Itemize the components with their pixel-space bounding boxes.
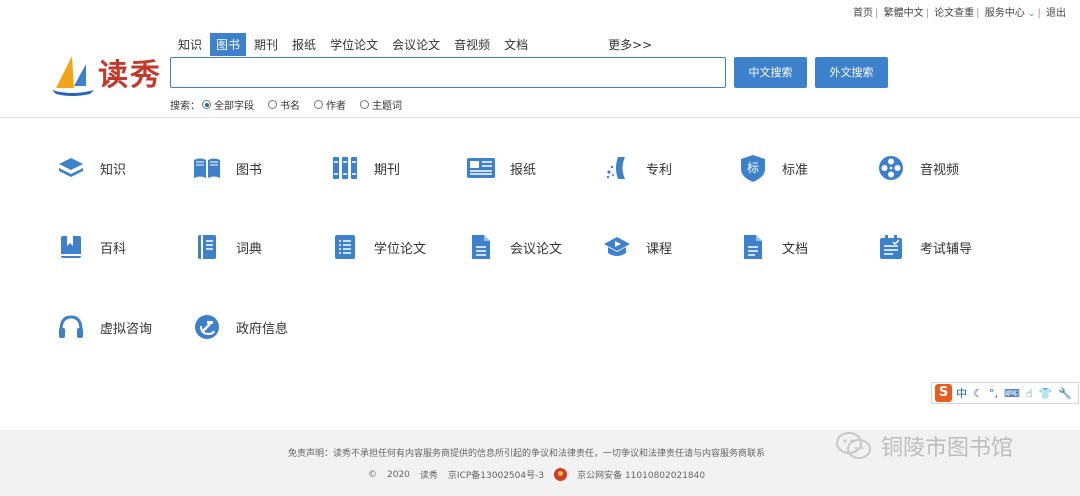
search-options: 搜索： 全部字段 书名 作者 主题词 [170,97,416,112]
headphones-icon [56,312,86,342]
thesis-list-icon [330,232,360,262]
chinese-search-button[interactable]: 中文搜索 [734,57,807,88]
traditional-chinese-link[interactable]: 繁體中文 [884,8,924,19]
category-encyclopedia[interactable]: 百科 [56,232,126,262]
paper-check-link[interactable]: 论文查重 [934,8,974,19]
category-patents[interactable]: 专利 [602,153,672,183]
category-courses[interactable]: 课程 [602,232,672,262]
shirt-icon[interactable]: 👕 [1039,387,1053,400]
option-all-fields[interactable]: 全部字段 [202,97,254,112]
sogou-logo-icon[interactable]: S [935,384,953,402]
tab-conference-papers[interactable]: 会议论文 [386,33,446,56]
dictionary-icon [192,232,222,262]
tab-newspapers[interactable]: 报纸 [286,33,322,56]
exam-clipboard-icon [876,232,906,262]
category-theses[interactable]: 学位论文 [330,232,426,262]
radio-button[interactable] [268,100,277,109]
radio-button[interactable] [202,100,211,109]
punctuation-icon[interactable]: °, [989,387,998,400]
document-icon [466,232,496,262]
svg-text:标: 标 [747,161,759,175]
government-emblem-icon [192,312,222,342]
foreign-search-button[interactable]: 外文搜索 [815,57,888,88]
category-exam-guidance[interactable]: 考试辅导 [876,232,972,262]
wrench-icon[interactable]: 🔧 [1058,387,1072,400]
category-newspapers[interactable]: 报纸 [466,153,536,183]
chevron-down-icon: ⌄ [1027,9,1036,19]
category-journals[interactable]: 期刊 [330,153,400,183]
bookmark-book-icon [56,232,86,262]
layers-icon [56,153,86,183]
category-dictionary[interactable]: 词典 [192,232,262,262]
option-title[interactable]: 书名 [268,97,300,112]
radio-button[interactable] [314,100,323,109]
tab-more[interactable]: 更多>> [602,33,658,56]
option-author[interactable]: 作者 [314,97,346,112]
tab-documents[interactable]: 文档 [498,33,534,56]
copyright-year: 2020 [387,469,410,480]
wechat-icon [836,432,871,459]
open-book-icon [192,153,222,183]
copyright-symbol: © [368,469,377,480]
category-audio-video[interactable]: 音视频 [876,153,959,183]
hand-icon[interactable]: ☝ [1026,387,1033,400]
category-conference-papers[interactable]: 会议论文 [466,232,562,262]
file-icon [738,232,768,262]
header: 首页 | 繁體中文 | 论文查重 | 服务中心 ⌄ | 退出 读秀 知识 图书 期刊 报… [0,0,1080,118]
logout-link[interactable]: 退出 [1046,8,1066,19]
tab-theses[interactable]: 学位论文 [324,33,384,56]
police-record[interactable]: 京公网安备 11010802021840 [577,468,705,481]
category-standards[interactable]: 标 标准 [738,153,808,183]
police-badge-icon [554,468,568,481]
tab-audio-video[interactable]: 音视频 [448,33,496,56]
course-play-icon [602,232,632,262]
tab-journals[interactable]: 期刊 [248,33,284,56]
top-links: 首页 | 繁體中文 | 论文查重 | 服务中心 ⌄ | 退出 [853,8,1066,19]
standard-badge-icon: 标 [738,153,768,183]
category-government-info[interactable]: 政府信息 [192,312,288,342]
option-subject[interactable]: 主题词 [360,97,402,112]
icp-number[interactable]: 京ICP备13002504号-3 [448,468,544,481]
newspaper-icon [466,153,496,183]
journals-icon [330,153,360,183]
category-books[interactable]: 图书 [192,153,262,183]
moon-icon[interactable]: ☾ [973,387,983,400]
ime-mode[interactable]: 中 [956,385,967,401]
film-reel-icon [876,153,906,183]
search-input[interactable] [170,57,726,88]
input-method-toolbar[interactable]: S 中 ☾ °, ⌨ ☝ 👕 🔧 [931,382,1079,404]
tab-knowledge[interactable]: 知识 [172,33,208,56]
home-link[interactable]: 首页 [853,8,873,19]
radio-button[interactable] [360,100,369,109]
copyright-brand: 读秀 [419,471,438,481]
keyboard-icon[interactable]: ⌨ [1004,387,1020,400]
category-documents[interactable]: 文档 [738,232,808,262]
tab-books[interactable]: 图书 [210,33,247,56]
copyright-line: © 2020 读秀 京ICP备13002504号-3 京公网安备 1101080… [368,468,715,481]
search-tabs: 知识 图书 期刊 报纸 学位论文 会议论文 音视频 文档 更多>> [172,33,660,56]
category-knowledge[interactable]: 知识 [56,153,126,183]
disclaimer-text: 免责声明：读秀不承担任何有内容服务商提供的信息所引起的争议和法律责任，一切争议和… [288,449,766,459]
patent-icon [602,153,632,183]
category-virtual-consulting[interactable]: 虚拟咨询 [56,312,152,342]
service-center-link[interactable]: 服务中心 ⌄ [985,8,1036,19]
watermark-text: 铜陵市图书馆 [881,436,1014,461]
watermark: 铜陵市图书馆 [835,430,1013,462]
logo-text: 读秀 [98,58,162,93]
search-options-label: 搜索： [170,101,200,112]
